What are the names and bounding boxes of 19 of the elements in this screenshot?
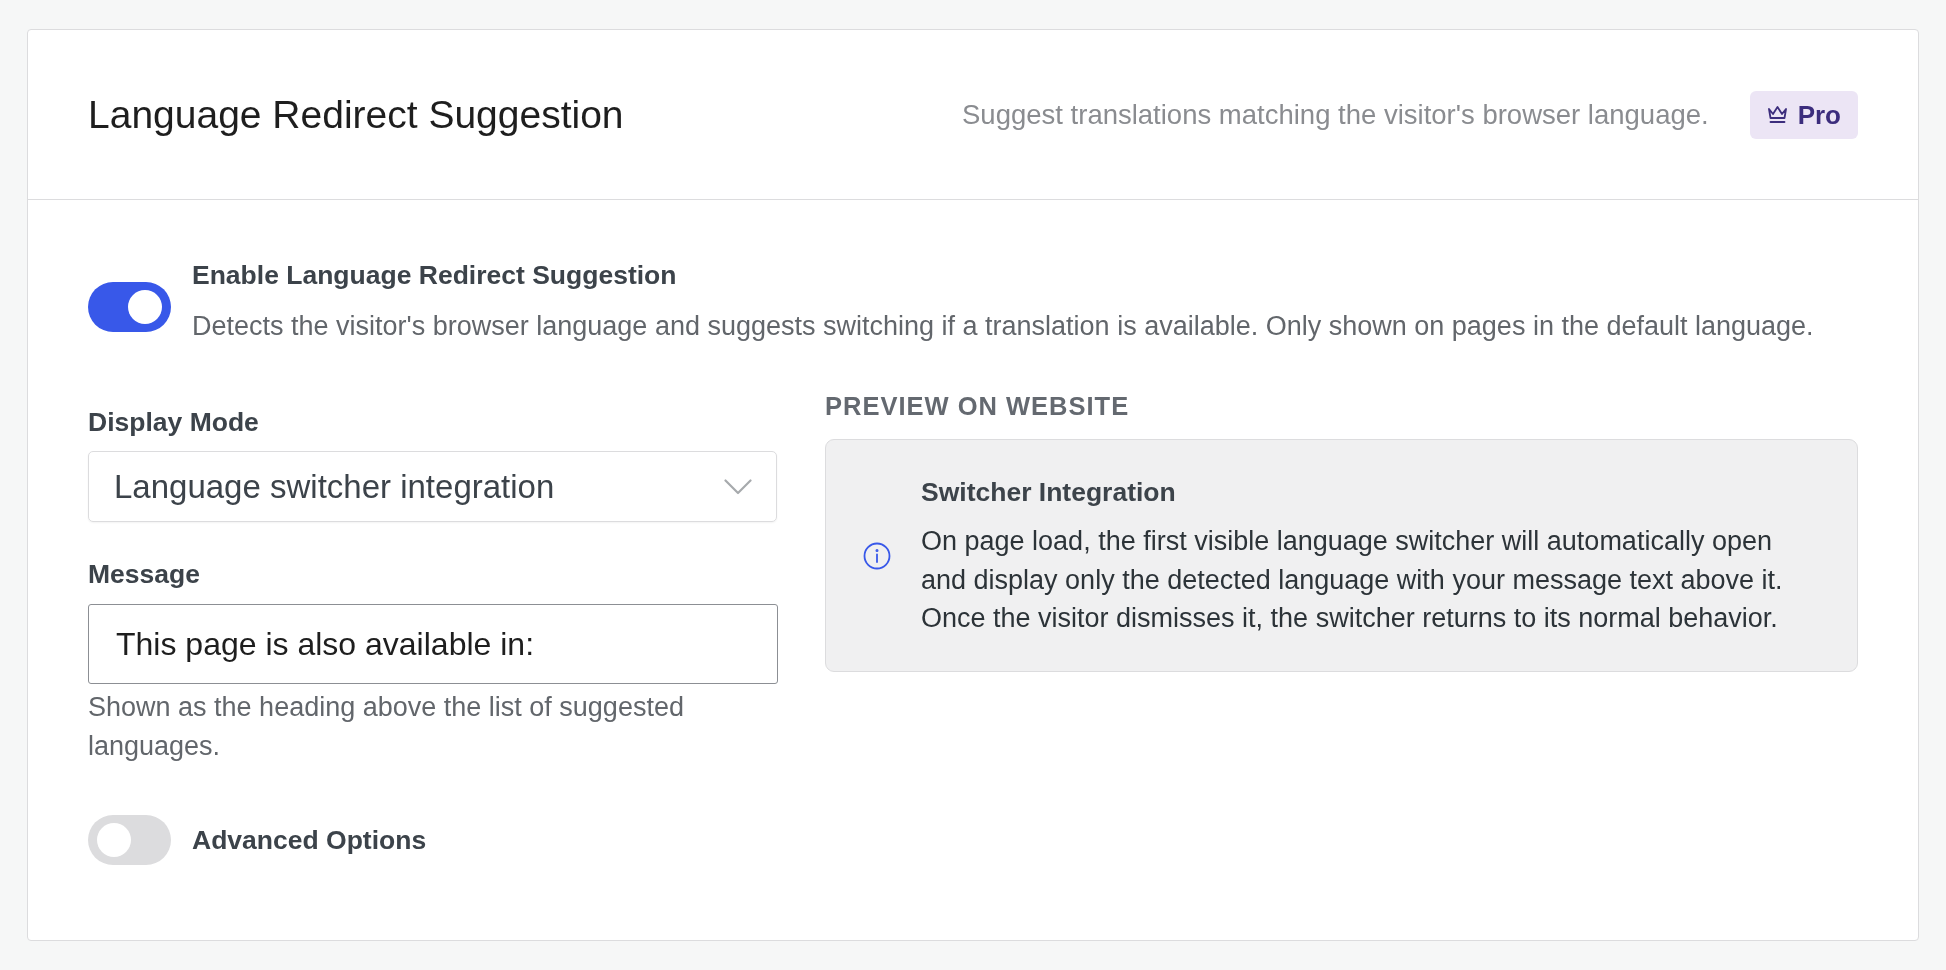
preview-title: Switcher Integration — [921, 476, 1177, 509]
toggle-label: Enable Language Redirect Suggestion — [192, 259, 678, 292]
toggle-switch[interactable] — [88, 282, 171, 332]
crown-icon — [1766, 105, 1788, 124]
help-text: Shown as the heading above the list of suggested languages. — [88, 691, 685, 763]
info-icon — [863, 541, 891, 570]
preview-text: On page load, the first visible language switcher will automatically open and display only the detected language with your message text above it. Once the visitor dismisses it, the switcher returns to its normal behavior. — [921, 525, 1784, 635]
toggle-switch[interactable] — [88, 815, 171, 865]
display-mode-select[interactable]: Language switcher integration — [88, 451, 777, 522]
field-label: Message — [88, 558, 201, 591]
toggle-label: Advanced Options — [192, 824, 427, 857]
section-subtitle: Suggest translations matching the visitor's browser language. — [962, 97, 1709, 132]
message-input[interactable]: This page is also available in: — [88, 604, 778, 684]
badge-label: Pro — [1797, 99, 1841, 130]
preview-heading: PREVIEW ON WEBSITE — [825, 391, 1131, 422]
toggle-description: Detects the visitor's browser language and suggests switching if a translation is available. Only shown on pages in the default language. — [192, 310, 1814, 343]
chevron-down-icon — [724, 478, 752, 495]
field-label: Display Mode — [88, 406, 260, 439]
section-title: Language Redirect Suggestion — [88, 91, 624, 138]
